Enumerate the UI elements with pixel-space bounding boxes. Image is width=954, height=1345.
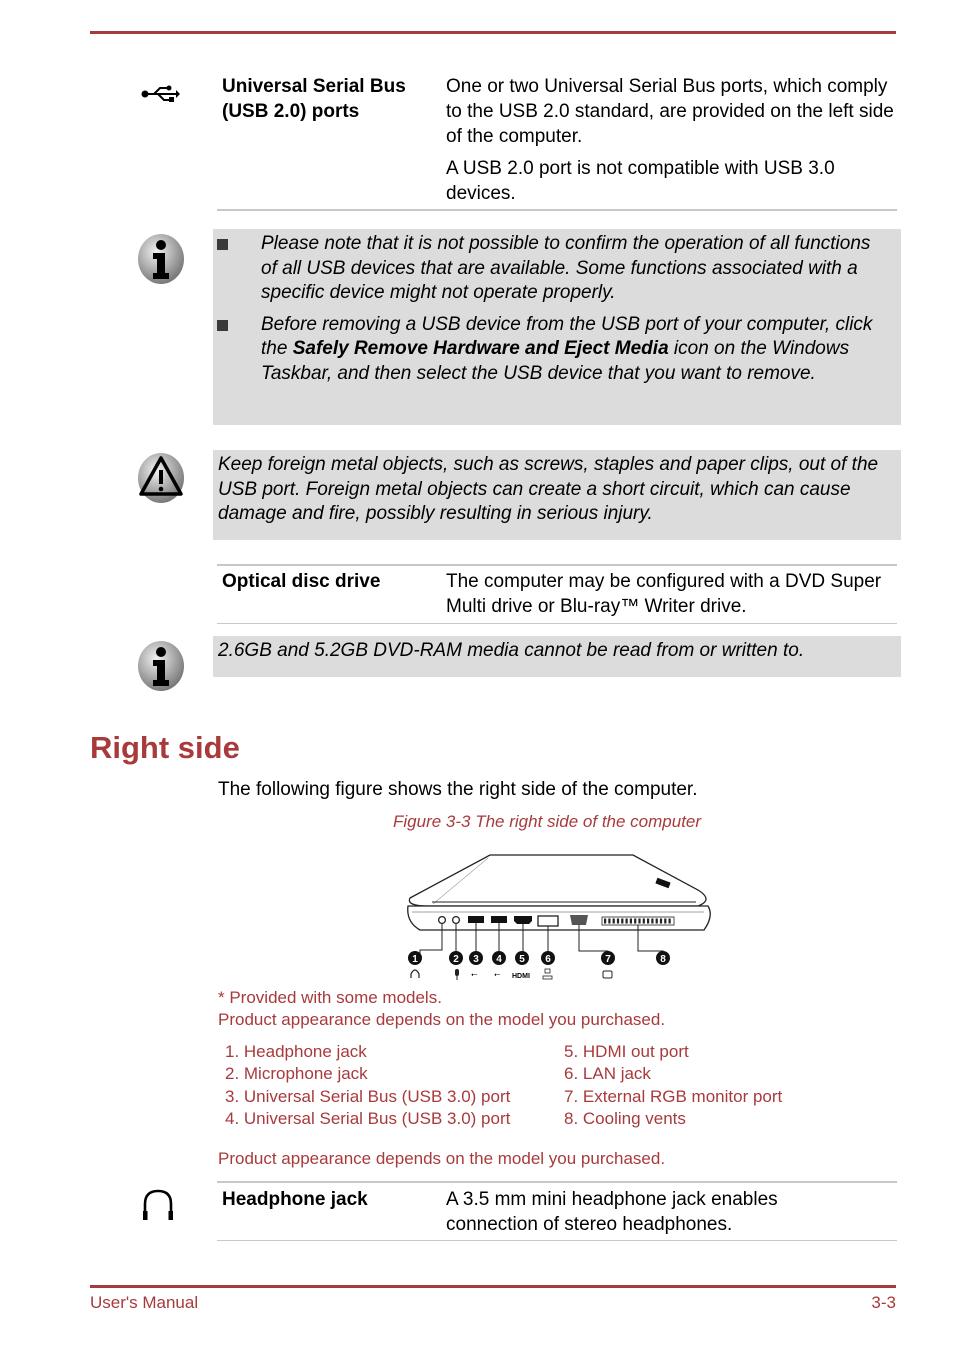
header-rule <box>90 31 896 34</box>
footer-manual-title: User's Manual <box>90 1293 199 1312</box>
vent-slat <box>629 918 632 924</box>
usb-description-p1: One or two Universal Serial Bus ports, w… <box>446 76 894 147</box>
ui-reference-bold: Safely Remove Hardware and Eject Media <box>292 338 669 359</box>
optical-description: The computer may be configured with a DV… <box>446 571 882 617</box>
usb-warning-box: Keep foreign metal objects, such as scre… <box>213 450 901 540</box>
vent-slat <box>659 918 663 924</box>
callout-number: 6 <box>545 954 551 965</box>
usb-description-p2: A USB 2.0 port is not compatible with US… <box>446 158 835 204</box>
vent-slat <box>608 918 611 924</box>
warning-icon <box>136 452 186 509</box>
section-heading: Right side <box>90 730 240 765</box>
section-intro: The following figure shows the right sid… <box>218 779 698 800</box>
legend-item: 5. HDMI out port <box>564 1042 689 1061</box>
usb-term: Universal Serial Bus (USB 2.0) ports <box>222 74 406 124</box>
vent-slat <box>647 918 650 924</box>
legend-item: 8. Cooling vents <box>564 1108 686 1128</box>
bullet-square-icon <box>217 239 228 250</box>
laptop-right-side-figure: 1 2 3 4 5 6 7 8 ⭠ ⭠ HDMI <box>398 850 718 987</box>
callout-number: 2 <box>453 954 459 965</box>
headphone-entry-divider <box>217 1240 897 1241</box>
figure-caption: Figure 3-3 The right side of the compute… <box>393 812 702 831</box>
legend-item: 1. Headphone jack <box>225 1042 367 1061</box>
callout-number: 7 <box>605 954 611 965</box>
optical-note-box: 2.6GB and 5.2GB DVD-RAM media cannot be … <box>213 636 901 677</box>
vent-slat <box>664 918 667 924</box>
vent-slat <box>638 918 641 924</box>
legend-item: 4. Universal Serial Bus (USB 3.0) port <box>225 1108 511 1128</box>
optical-term: Optical disc drive <box>222 571 381 592</box>
usb-note-box: Please note that it is not possible to c… <box>213 229 901 425</box>
callout-number: 1 <box>412 954 418 965</box>
usb-description: One or two Universal Serial Bus ports, w… <box>446 74 896 213</box>
info-icon <box>136 233 186 290</box>
callout-number: 8 <box>660 954 666 965</box>
vent-slat <box>634 918 637 924</box>
vent-slat <box>612 918 615 924</box>
footnote-appearance: Product appearance depends on the model … <box>218 1010 666 1029</box>
callout-number: 4 <box>496 954 502 965</box>
hdmi-symbol: HDMI <box>512 973 530 980</box>
headphone-icon <box>140 1188 176 1227</box>
headphone-term: Headphone jack <box>222 1189 368 1210</box>
note-bullet: Before removing a USB device from the US… <box>213 313 881 387</box>
usb-term-line-2: (USB 2.0) ports <box>222 101 360 122</box>
vent-slat <box>642 918 645 924</box>
vent-slat <box>625 918 628 924</box>
footnote-appearance-2: Product appearance depends on the model … <box>218 1149 666 1168</box>
vent-slat <box>621 918 624 924</box>
legend-item: 7. External RGB monitor port <box>564 1086 783 1106</box>
usb-term-line-1: Universal Serial Bus <box>222 76 406 97</box>
svg-text:⭠: ⭠ <box>494 970 501 979</box>
legend-right: 5. HDMI out port 6. LAN jack 7. External… <box>564 1041 782 1130</box>
note-bullet-text: Please note that it is not possible to c… <box>261 233 871 303</box>
vent-slat <box>651 918 654 924</box>
footer-page-number: 3-3 <box>871 1293 896 1312</box>
note-bullet: Please note that it is not possible to c… <box>213 232 881 306</box>
footnote-provided: * Provided with some models. <box>218 988 442 1007</box>
optical-note-text: 2.6GB and 5.2GB DVD-RAM media cannot be … <box>218 640 805 661</box>
info-icon <box>136 640 186 697</box>
headphone-entry-top-divider <box>217 1181 897 1183</box>
legend-item: 3. Universal Serial Bus (USB 3.0) port <box>225 1086 511 1106</box>
headphone-description: A 3.5 mm mini headphone jack enables con… <box>446 1189 778 1235</box>
callout-number: 5 <box>519 954 525 965</box>
legend-left: 1. Headphone jack 2. Microphone jack 3. … <box>225 1041 510 1130</box>
legend-item: 6. LAN jack <box>564 1064 651 1084</box>
vent-slat <box>655 918 658 924</box>
vent-slat <box>616 918 620 924</box>
bullet-square-icon <box>217 319 228 331</box>
usb-icon <box>140 84 180 109</box>
legend-item: 2. Microphone jack <box>225 1064 368 1084</box>
vent-slat <box>668 918 671 924</box>
vent-slat <box>604 918 607 924</box>
footer-rule <box>90 1285 896 1288</box>
callout-number: 3 <box>473 954 479 965</box>
warning-text: Keep foreign metal objects, such as scre… <box>218 454 879 524</box>
svg-text:⭠: ⭠ <box>471 970 478 979</box>
usb-entry-divider <box>217 209 897 211</box>
optical-entry-top-divider <box>217 564 897 566</box>
optical-entry-divider <box>217 623 897 624</box>
